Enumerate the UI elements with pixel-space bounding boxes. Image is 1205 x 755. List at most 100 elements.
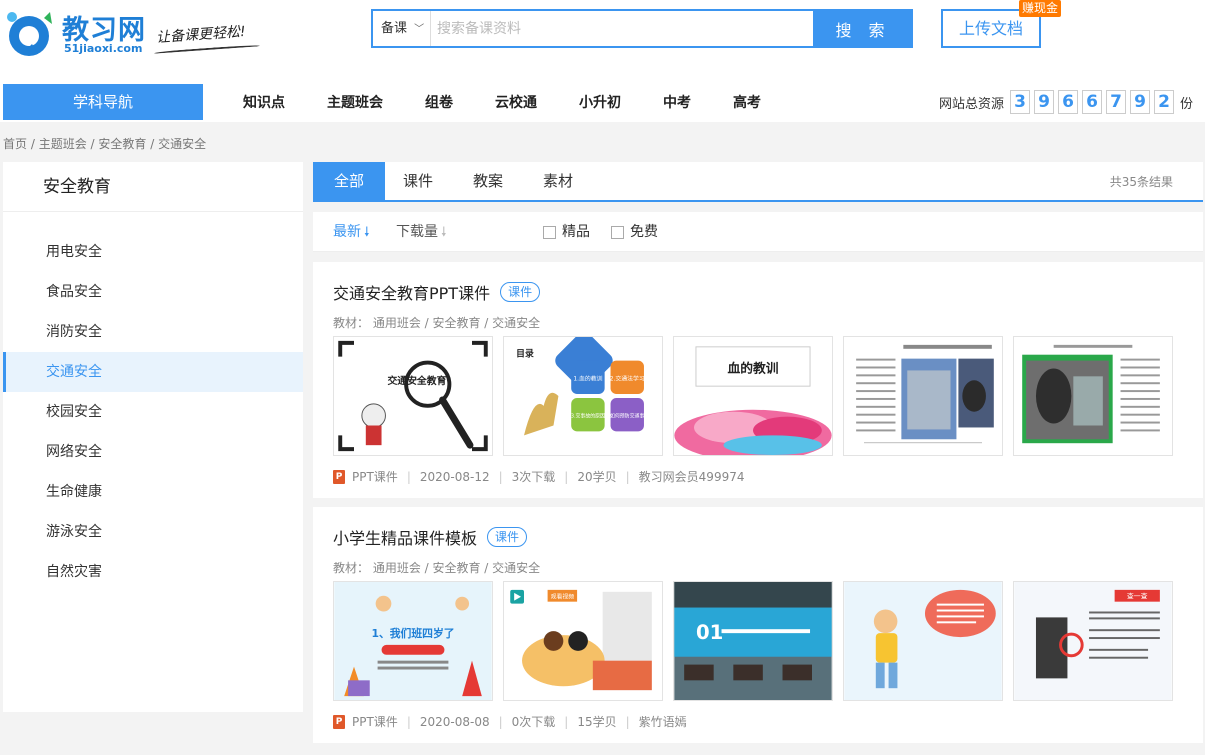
filter-free[interactable]: 免费	[611, 212, 658, 252]
search-type-label: 备课	[381, 21, 408, 36]
slide-thumbnail[interactable]	[843, 336, 1003, 456]
nav-item[interactable]: 云校通	[482, 84, 550, 120]
divider: |	[498, 714, 503, 729]
breadcrumb-item[interactable]: 主题班会	[39, 137, 87, 151]
breadcrumb-separator: /	[86, 137, 99, 151]
nav-item[interactable]: 知识点	[230, 84, 298, 120]
tab-courseware[interactable]: 课件	[385, 162, 451, 200]
search-button[interactable]: 搜 索	[813, 9, 913, 48]
site-header: 教习网 51jiaoxi.com 让备课更轻松! 备课 ﹀ 搜 索 上传文档 赚…	[0, 0, 1205, 122]
thumb-slide-heading: 1、我们班四岁了	[371, 626, 454, 640]
slide-preview-image	[1014, 337, 1172, 455]
nav-item[interactable]: 高考	[720, 84, 774, 120]
result-card: 小学生精品课件模板 课件 教材： 通用班会 / 安全教育 / 交通安全 1、我们…	[313, 507, 1203, 743]
breadcrumb-separator: /	[27, 137, 39, 151]
result-textbook-meta: 教材： 通用班会 / 安全教育 / 交通安全	[333, 561, 541, 575]
breadcrumb: 首页 / 主题班会 / 安全教育 / 交通安全	[3, 135, 206, 152]
sidebar-item[interactable]: 消防安全	[3, 312, 303, 352]
breadcrumb-item[interactable]: 首页	[3, 137, 27, 151]
upload-date: 2020-08-12	[419, 469, 490, 484]
site-logo[interactable]: 教习网 51jiaoxi.com 让备课更轻松!	[4, 8, 274, 58]
author-link[interactable]: 紫竹语嫣	[639, 713, 687, 730]
sidebar-item[interactable]: 交通安全	[3, 352, 303, 392]
tab-material[interactable]: 素材	[525, 162, 591, 200]
divider: |	[625, 714, 630, 729]
premium-label: 精品	[562, 224, 590, 240]
result-card: 交通安全教育PPT课件 课件 教材： 通用班会 / 安全教育 / 交通安全 交通…	[313, 262, 1203, 498]
slide-thumbnail[interactable]: 目录 1.血的教训 2.交通法学习 3.交事故的原因 4.如何预防交通事故	[503, 336, 663, 456]
sidebar-item[interactable]: 网络安全	[3, 432, 303, 472]
slide-thumbnail[interactable]: 观看视频	[503, 581, 663, 701]
nav-item[interactable]: 组卷	[412, 84, 466, 120]
file-type: PPT课件	[352, 715, 398, 729]
nav-item[interactable]: 小升初	[566, 84, 634, 120]
sidebar-item[interactable]: 自然灾害	[3, 552, 303, 592]
result-info: P PPT课件 | 2020-08-08 | 0次下载 | 15学贝 | 紫竹语嫣	[333, 713, 687, 730]
thumbnail-strip: 1、我们班四岁了 观看视频 01 查一查	[333, 581, 1183, 701]
result-title-link[interactable]: 交通安全教育PPT课件	[333, 280, 490, 304]
counter-label: 网站总资源	[939, 96, 1005, 112]
earn-cash-badge[interactable]: 赚现金	[1019, 0, 1061, 17]
arrow-down-icon: 🠗	[441, 225, 447, 240]
filter-bar: 最新 🠗 下载量 🠗 精品 免费	[313, 212, 1203, 252]
counter-digit: 6	[1082, 90, 1103, 114]
price: 15学贝	[577, 715, 617, 729]
sidebar-item[interactable]: 食品安全	[3, 272, 303, 312]
author-link[interactable]: 教习网会员499974	[639, 468, 745, 485]
slide-thumbnail[interactable]	[1013, 336, 1173, 456]
thumb-slide-number: 01	[696, 621, 723, 644]
thumb-toc-1: 1.血的教训	[573, 374, 602, 382]
counter-digit: 7	[1106, 90, 1127, 114]
sort-latest[interactable]: 最新 🠗	[333, 212, 370, 253]
logo-slogan: 让备课更轻松!	[155, 23, 247, 47]
slide-thumbnail[interactable]: 交通安全教育	[333, 336, 493, 456]
sidebar-item[interactable]: 游泳安全	[3, 512, 303, 552]
free-checkbox[interactable]	[611, 225, 624, 239]
type-tabs: 全部 课件 教案 素材 共35条结果	[313, 162, 1203, 202]
upload-date: 2020-08-08	[419, 714, 490, 729]
subject-navigation-button[interactable]: 学科导航	[3, 84, 203, 120]
sidebar-item[interactable]: 生命健康	[3, 472, 303, 512]
slide-thumbnail[interactable]: 1、我们班四岁了	[333, 581, 493, 701]
logo-domain: 51jiaoxi.com	[64, 42, 143, 55]
nav-item[interactable]: 中考	[650, 84, 704, 120]
type-tag: 课件	[487, 527, 528, 547]
slide-preview-image: 01	[674, 582, 832, 700]
divider: |	[406, 469, 411, 484]
breadcrumb-item[interactable]: 安全教育	[98, 137, 146, 151]
tab-lesson-plan[interactable]: 教案	[455, 162, 521, 200]
type-tag: 课件	[500, 282, 541, 302]
breadcrumb-separator: /	[146, 137, 159, 151]
slide-thumbnail[interactable]	[843, 581, 1003, 701]
result-info: P PPT课件 | 2020-08-12 | 3次下载 | 20学贝 | 教习网会员49…	[333, 468, 744, 485]
filter-premium[interactable]: 精品	[543, 212, 590, 252]
divider: |	[406, 714, 411, 729]
category-sidebar: 安全教育 用电安全 食品安全 消防安全 交通安全 校园安全 网络安全 生命健康 游泳安全 自然灾…	[3, 162, 303, 712]
resource-counter: 网站总资源 3966792 份	[939, 89, 1193, 115]
slide-preview-image: 1、我们班四岁了	[334, 582, 492, 700]
slide-thumbnail[interactable]: 查一查	[1013, 581, 1173, 701]
divider: |	[625, 469, 630, 484]
nav-item[interactable]: 主题班会	[314, 84, 396, 120]
search-type-select[interactable]: 备课 ﹀	[373, 11, 431, 46]
search-input[interactable]	[437, 11, 809, 46]
slide-thumbnail[interactable]: 01	[673, 581, 833, 701]
download-count: 3次下载	[511, 470, 556, 484]
price: 20学贝	[577, 470, 617, 484]
sidebar-title: 安全教育	[3, 162, 303, 212]
sort-downloads[interactable]: 下载量 🠗	[396, 212, 447, 253]
slide-thumbnail[interactable]: 血的教训	[673, 336, 833, 456]
slide-preview-image: 查一查	[1014, 582, 1172, 700]
result-title-link[interactable]: 小学生精品课件模板	[333, 525, 477, 549]
sidebar-item[interactable]: 校园安全	[3, 392, 303, 432]
sidebar-item[interactable]: 用电安全	[3, 232, 303, 272]
thumb-slide-heading: 血的教训	[727, 360, 778, 376]
chevron-down-icon: ﹀	[414, 24, 425, 35]
counter-digit: 2	[1154, 90, 1175, 114]
breadcrumb-item: 交通安全	[158, 137, 207, 151]
thumb-toc-3: 3.交事故的原因	[571, 413, 605, 420]
premium-checkbox[interactable]	[543, 225, 556, 239]
thumb-video-label: 观看视频	[551, 593, 575, 601]
tab-all[interactable]: 全部	[313, 162, 385, 200]
card-title-row: 小学生精品课件模板 课件	[333, 525, 528, 549]
